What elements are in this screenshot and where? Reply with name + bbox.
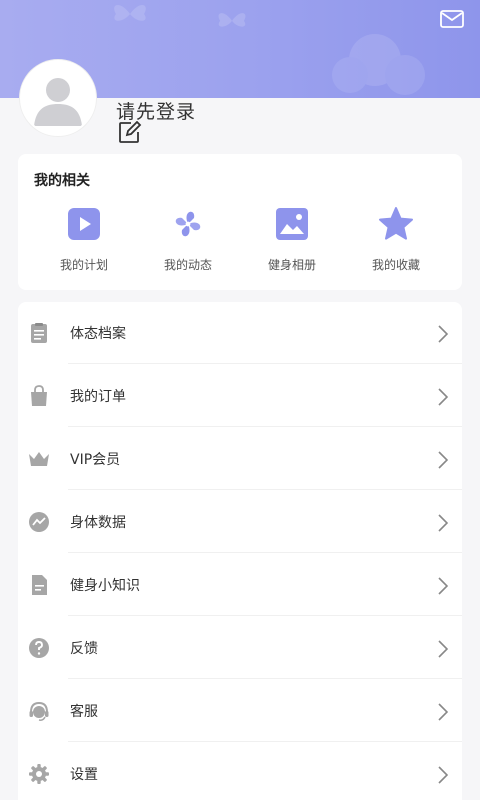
my-plan-button[interactable]: 我的计划	[40, 206, 128, 282]
default-avatar-icon	[34, 78, 82, 126]
chevron-right-icon	[438, 703, 448, 721]
mail-icon[interactable]	[440, 10, 464, 28]
menu-item-posture-archive[interactable]: 体态档案	[18, 302, 462, 364]
chevron-right-icon	[438, 640, 448, 658]
image-icon	[276, 208, 308, 240]
divider	[68, 489, 462, 490]
headset-icon	[29, 701, 49, 721]
fitness-album-button[interactable]: 健身相册	[248, 206, 336, 282]
chevron-right-icon	[438, 451, 448, 469]
edit-icon[interactable]	[118, 121, 142, 143]
menu-list: 体态档案 我的订单 VIP会员 身体数据 健身小知识 反馈 客服 设置	[18, 302, 462, 800]
trend-chart-icon	[29, 512, 49, 532]
document-icon	[32, 575, 47, 595]
play-icon	[68, 208, 100, 240]
avatar[interactable]	[20, 60, 96, 136]
menu-item-vip[interactable]: VIP会员	[18, 428, 462, 490]
divider	[68, 552, 462, 553]
menu-item-label: 反馈	[70, 641, 98, 657]
my-posts-label: 我的动态	[163, 258, 212, 272]
login-prompt[interactable]: 请先登录	[116, 97, 196, 124]
my-favorites-label: 我的收藏	[371, 258, 420, 272]
menu-item-feedback[interactable]: 反馈	[18, 617, 462, 679]
crown-icon	[29, 452, 49, 466]
chevron-right-icon	[438, 388, 448, 406]
question-icon	[29, 638, 49, 658]
menu-item-my-orders[interactable]: 我的订单	[18, 365, 462, 427]
menu-item-customer-service[interactable]: 客服	[18, 680, 462, 742]
divider	[68, 426, 462, 427]
menu-item-label: 身体数据	[70, 515, 126, 531]
my-posts-button[interactable]: 我的动态	[144, 206, 232, 282]
menu-item-label: 我的订单	[70, 389, 126, 405]
menu-item-label: 设置	[70, 767, 98, 783]
gear-icon	[29, 764, 49, 784]
butterfly-decoration-icon	[218, 13, 246, 27]
menu-item-label: 体态档案	[70, 326, 126, 342]
butterfly-decoration-icon	[114, 4, 146, 21]
profile-page: 请先登录 我的相关 我的计划 我的动态 健身相册 我的收藏 体态档案 我的订单 …	[0, 0, 480, 800]
menu-item-settings[interactable]: 设置	[18, 743, 462, 800]
my-plan-label: 我的计划	[59, 258, 108, 272]
menu-item-label: 健身小知识	[70, 578, 140, 594]
chevron-right-icon	[438, 766, 448, 784]
divider	[68, 615, 462, 616]
divider	[68, 363, 462, 364]
shopping-bag-icon	[31, 385, 47, 406]
menu-item-body-data[interactable]: 身体数据	[18, 491, 462, 553]
pinwheel-icon	[175, 211, 201, 237]
menu-item-fitness-tips[interactable]: 健身小知识	[18, 554, 462, 616]
chevron-right-icon	[438, 577, 448, 595]
my-favorites-button[interactable]: 我的收藏	[352, 206, 440, 282]
menu-item-label: VIP会员	[70, 452, 121, 468]
flower-decoration-icon	[332, 34, 425, 95]
section-title: 我的相关	[34, 173, 90, 189]
mine-related-card: 我的相关 我的计划 我的动态 健身相册 我的收藏	[18, 154, 462, 290]
divider	[68, 678, 462, 679]
star-icon	[379, 207, 413, 240]
chevron-right-icon	[438, 514, 448, 532]
clipboard-icon	[31, 323, 47, 343]
menu-item-label: 客服	[70, 704, 98, 720]
divider	[68, 741, 462, 742]
fitness-album-label: 健身相册	[267, 258, 316, 272]
chevron-right-icon	[438, 325, 448, 343]
